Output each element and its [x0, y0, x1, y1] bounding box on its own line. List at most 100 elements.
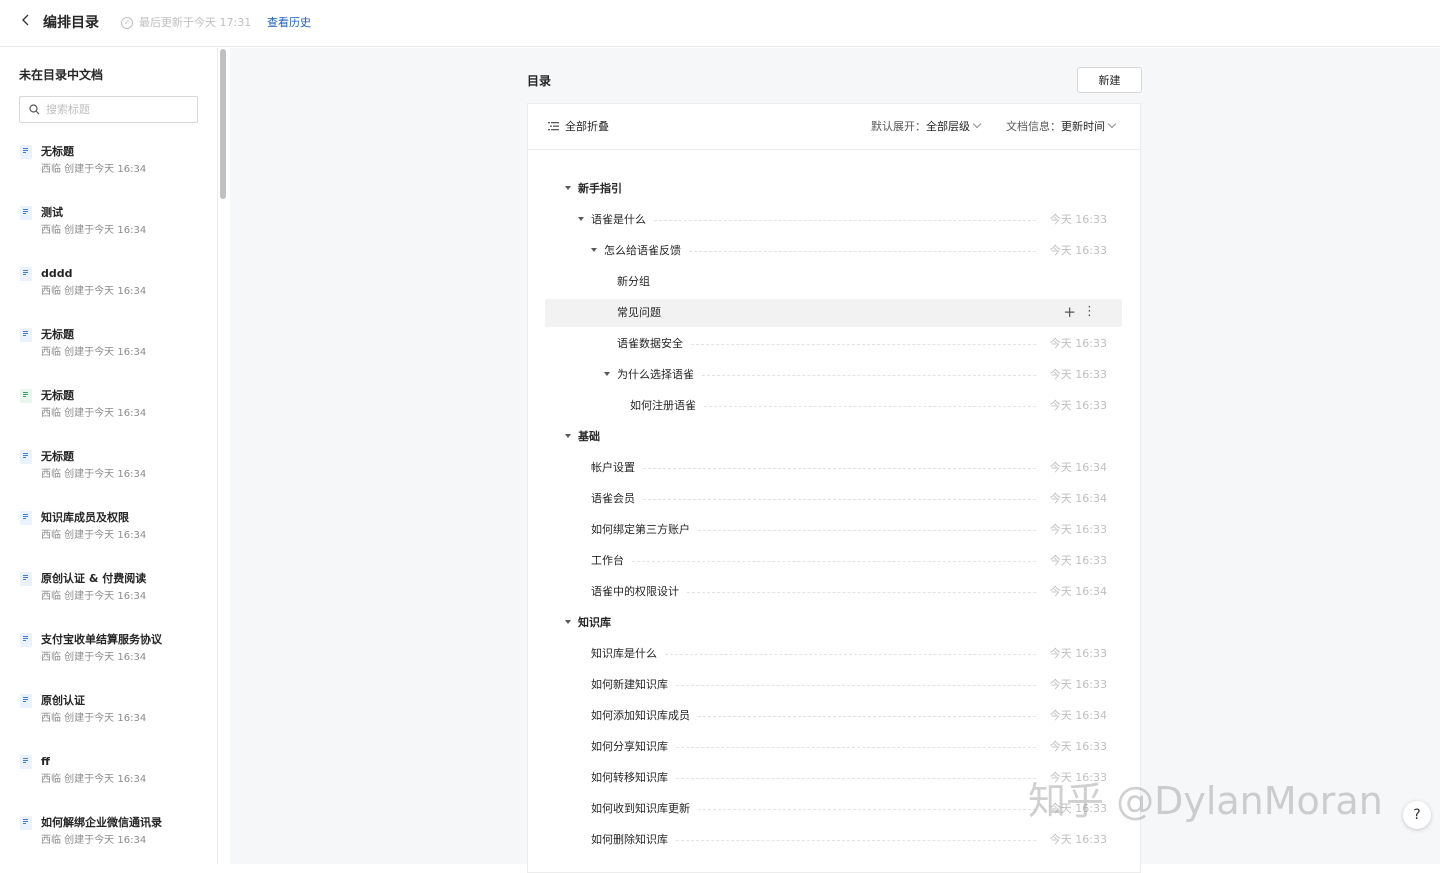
tree-node[interactable]: 怎么给语雀反馈 今天 16:33	[545, 237, 1122, 265]
caret-down-icon[interactable]	[565, 434, 571, 438]
updated-time: 今天 16:33	[1049, 244, 1107, 257]
search-input[interactable]	[46, 100, 191, 119]
chevron-down-icon	[972, 119, 982, 129]
tree-node[interactable]: 工作台 今天 16:33	[545, 547, 1122, 575]
doc-icon	[20, 755, 32, 769]
doc-icon	[20, 450, 32, 464]
list-item[interactable]: dddd 西临 创建于今天 16:34	[0, 262, 217, 323]
tree-node[interactable]: 语雀是什么 今天 16:33	[545, 206, 1122, 234]
tree-node[interactable]: 帐户设置 今天 16:34	[545, 454, 1122, 482]
doc-icon	[20, 267, 32, 281]
tree-node-label: 如何添加知识库成员	[591, 708, 698, 724]
default-expand-label: 默认展开：	[871, 120, 926, 133]
doc-title: 支付宝收单结算服务协议	[41, 633, 162, 646]
updated-time: 今天 16:33	[1049, 740, 1107, 753]
doc-meta: 西临 创建于今天 16:34	[41, 835, 147, 846]
tree-node[interactable]: 新分组	[545, 268, 1122, 296]
sidebar-scrollbar[interactable]	[220, 49, 226, 199]
caret-down-icon[interactable]	[578, 217, 584, 221]
updated-time: 今天 16:33	[1049, 368, 1107, 381]
collapse-all-label: 全部折叠	[565, 120, 609, 133]
check-circle-icon: ✓	[121, 17, 133, 29]
leader-line	[689, 251, 1036, 252]
doc-info-value: 更新时间	[1061, 120, 1105, 133]
leader-line	[676, 840, 1036, 841]
tree-node-label: 帐户设置	[591, 460, 643, 476]
tree-node-label: 如何删除知识库	[591, 832, 676, 848]
leader-line	[643, 499, 1036, 500]
updated-time: 今天 16:34	[1049, 585, 1107, 598]
tree-node[interactable]: 常见问题 + ⋮	[545, 299, 1122, 327]
tree-node[interactable]: 如何添加知识库成员 今天 16:34	[545, 702, 1122, 730]
doc-info-dropdown[interactable]: 文档信息：更新时间	[1006, 119, 1117, 135]
leader-line	[702, 375, 1036, 376]
list-item[interactable]: 知识库成员及权限 西临 创建于今天 16:34	[0, 506, 217, 567]
list-item[interactable]: 原创认证 西临 创建于今天 16:34	[0, 689, 217, 750]
tree-node[interactable]: 如何新建知识库 今天 16:33	[545, 671, 1122, 699]
updated-time: 今天 16:33	[1049, 523, 1107, 536]
view-history-link[interactable]: 查看历史	[267, 15, 311, 31]
doc-icon	[20, 328, 32, 342]
doc-icon	[20, 206, 32, 220]
tree-node[interactable]: 如何绑定第三方账户 今天 16:33	[545, 516, 1122, 544]
tree-node[interactable]: 知识库	[545, 609, 1122, 637]
list-item[interactable]: 原创认证 & 付费阅读 西临 创建于今天 16:34	[0, 567, 217, 628]
leader-line	[676, 778, 1036, 779]
chevron-left-icon[interactable]	[16, 12, 36, 34]
list-item[interactable]: 无标题 西临 创建于今天 16:34	[0, 384, 217, 445]
tree-node[interactable]: 如何删除知识库 今天 16:33	[545, 826, 1122, 854]
toc-toolbar: 全部折叠 默认展开：全部层级 文档信息：更新时间	[528, 104, 1140, 150]
toc-title: 目录	[527, 74, 552, 88]
tree-node[interactable]: 如何注册语雀 今天 16:33	[545, 392, 1122, 420]
top-header: 编排目录 ✓ 最后更新于今天 17:31 查看历史	[0, 0, 1440, 47]
list-item[interactable]: ff 西临 创建于今天 16:34	[0, 750, 217, 811]
doc-list: 无标题 西临 创建于今天 16:34 测试 西临 创建于今天 16:34 dddd 西临 …	[0, 140, 217, 864]
list-item[interactable]: 无标题 西临 创建于今天 16:34	[0, 140, 217, 201]
list-item[interactable]: 如何解绑企业微信通讯录 西临 创建于今天 16:34	[0, 811, 217, 864]
tree-node-label: 如何收到知识库更新	[591, 801, 698, 817]
list-item[interactable]: 测试 西临 创建于今天 16:34	[0, 201, 217, 262]
leader-line	[698, 809, 1036, 810]
tree-node[interactable]: 如何分享知识库 今天 16:33	[545, 733, 1122, 761]
leader-line	[632, 561, 1036, 562]
doc-title: 无标题	[41, 389, 74, 402]
tree-node[interactable]: 语雀会员 今天 16:34	[545, 485, 1122, 513]
list-item[interactable]: 无标题 西临 创建于今天 16:34	[0, 445, 217, 506]
updated-time: 今天 16:33	[1049, 647, 1107, 660]
tree-node[interactable]: 基础	[545, 423, 1122, 451]
tree-node-label: 知识库是什么	[591, 646, 665, 662]
updated-time: 今天 16:34	[1049, 492, 1107, 505]
more-vertical-icon[interactable]: ⋮	[1083, 303, 1096, 321]
tree-node-label: 为什么选择语雀	[617, 367, 702, 383]
caret-down-icon[interactable]	[591, 248, 597, 252]
caret-down-icon[interactable]	[604, 372, 610, 376]
doc-title: 知识库成员及权限	[41, 511, 129, 524]
new-button[interactable]: 新建	[1077, 67, 1142, 93]
tree-node[interactable]: 为什么选择语雀 今天 16:33	[545, 361, 1122, 389]
doc-title: 无标题	[41, 450, 74, 463]
tree-node-label: 基础	[578, 429, 608, 445]
list-item[interactable]: 支付宝收单结算服务协议 西临 创建于今天 16:34	[0, 628, 217, 689]
watermark: 知乎 @DylanMoran	[1028, 779, 1383, 823]
tree-node[interactable]: 语雀中的权限设计 今天 16:34	[545, 578, 1122, 606]
default-expand-dropdown[interactable]: 默认展开：全部层级	[871, 119, 982, 135]
tree-node-label: 新手指引	[578, 181, 630, 197]
tree-node[interactable]: 知识库是什么 今天 16:33	[545, 640, 1122, 668]
doc-icon	[20, 633, 32, 647]
doc-title: ff	[41, 755, 50, 768]
caret-down-icon[interactable]	[565, 620, 571, 624]
tree-node-label: 如何分享知识库	[591, 739, 676, 755]
list-item[interactable]: 无标题 西临 创建于今天 16:34	[0, 323, 217, 384]
tree-node[interactable]: 语雀数据安全 今天 16:33	[545, 330, 1122, 358]
updated-time: 今天 16:33	[1049, 554, 1107, 567]
help-button[interactable]: ?	[1403, 801, 1431, 829]
tree-node-label: 语雀是什么	[591, 212, 654, 228]
leader-line	[698, 716, 1036, 717]
updated-time: 今天 16:33	[1049, 833, 1107, 846]
plus-icon[interactable]: +	[1063, 303, 1076, 321]
caret-down-icon[interactable]	[565, 186, 571, 190]
collapse-all-button[interactable]: 全部折叠	[548, 118, 609, 134]
doc-title: 如何解绑企业微信通讯录	[41, 816, 162, 829]
leader-line	[665, 654, 1036, 655]
tree-node[interactable]: 新手指引	[545, 175, 1122, 203]
